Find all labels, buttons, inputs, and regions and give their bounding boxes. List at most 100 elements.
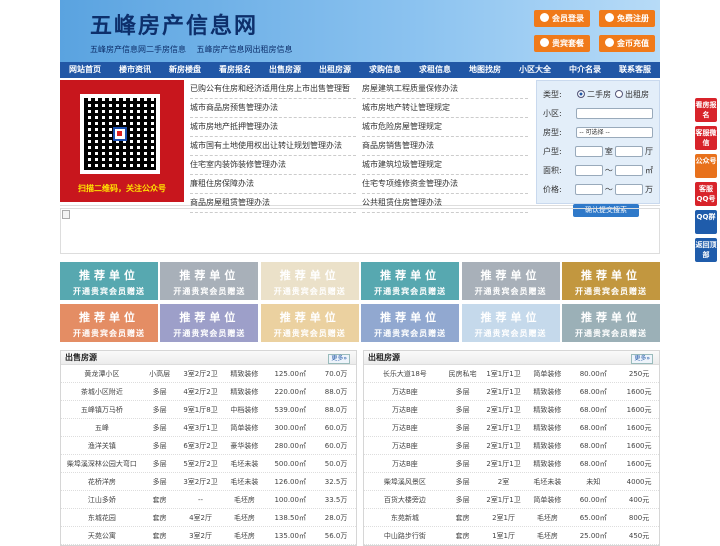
promo-card[interactable]: 推荐单位 开通贵宾会员赠送 [461, 262, 560, 300]
news-link[interactable]: 房屋建筑工程质量保修办法 [362, 80, 528, 99]
recharge-button[interactable]: 金币充值 [599, 35, 655, 52]
table-cell: 4室2厅 [189, 514, 212, 522]
nav-item[interactable]: 地图找房 [460, 62, 510, 78]
side-button[interactable]: 客服QQ号 [695, 182, 717, 206]
table-cell: -- [198, 496, 204, 504]
side-button[interactable]: 客服微信 [695, 126, 717, 150]
table-row[interactable]: 柴埠溪风景区 多层 2室 毛坯未装 未知 4000元 [364, 473, 659, 491]
register-button[interactable]: 免费注册 [599, 10, 655, 27]
table-cell: 多层 [455, 406, 470, 414]
promo-card[interactable]: 推荐单位 开通贵宾会员赠送 [160, 262, 259, 300]
promo-card[interactable]: 推荐单位 开通贵宾会员赠送 [361, 304, 460, 342]
table-cell: 1600元 [626, 424, 652, 432]
sale-more-button[interactable]: 更多» [328, 354, 350, 364]
table-cell: 简单装修 [533, 370, 562, 378]
search-panel: 类型: 二手房 出租房 小区: 房型: -- 可选择 -- 户型: 室 厅 面积: ～ ㎡… [536, 80, 660, 217]
news-link[interactable]: 商品房销售管理办法 [362, 137, 528, 156]
site-title[interactable]: 五峰房产信息网 [90, 8, 258, 40]
table-cell: 多层 [152, 478, 167, 486]
nav-item[interactable]: 求购信息 [360, 62, 410, 78]
side-button[interactable]: 看房报名 [695, 98, 717, 122]
table-row[interactable]: 万达B座 多层 2室1厅1卫 精致装修 68.00㎡ 1600元 [364, 401, 659, 419]
promo-subtitle: 开通贵宾会员赠送 [173, 287, 246, 296]
community-label: 小区: [543, 108, 562, 118]
news-link[interactable]: 城市房地产抵押管理办法 [190, 118, 356, 137]
table-row[interactable]: 五峰 多层 4室3厅1卫 简单装修 300.00㎡ 60.0万 [61, 419, 356, 437]
news-link[interactable]: 城市危险房屋管理规定 [362, 118, 528, 137]
table-row[interactable]: 渔洋关镇 多层 6室3厅2卫 豪华装修 280.00㎡ 60.0万 [61, 437, 356, 455]
table-row[interactable]: 柴埠溪深林公园大弯口 多层 5室2厅2卫 毛坯未装 500.00㎡ 50.0万 [61, 455, 356, 473]
area-max-input[interactable] [614, 164, 644, 176]
table-row[interactable]: 江山多娇 套房 -- 毛坯房 100.00㎡ 33.5万 [61, 491, 356, 509]
table-cell: 33.5万 [324, 496, 348, 504]
table-cell: 多层 [455, 460, 470, 468]
table-cell: 32.5万 [324, 478, 348, 486]
nav-item[interactable]: 新房楼盘 [160, 62, 210, 78]
table-row[interactable]: 中山路步行街 套房 1室1厅 毛坯房 25.00㎡ 450元 [364, 527, 659, 545]
community-input[interactable] [576, 107, 653, 119]
radio-rental[interactable]: 出租房 [615, 89, 649, 100]
banner-image[interactable] [60, 208, 660, 254]
table-row[interactable]: 五峰镇万马桥 多层 9室1厅8卫 中档装修 539.00㎡ 88.0万 [61, 401, 356, 419]
nav-item[interactable]: 出售房源 [260, 62, 310, 78]
nav-item[interactable]: 求租信息 [410, 62, 460, 78]
table-row[interactable]: 万达B座 多层 2室1厅1卫 精致装修 68.00㎡ 1600元 [364, 455, 659, 473]
table-row[interactable]: 万达B座 多层 2室1厅1卫 精致装修 68.00㎡ 1600元 [364, 437, 659, 455]
nav-item[interactable]: 楼市资讯 [110, 62, 160, 78]
side-button[interactable]: QQ群 [695, 210, 717, 234]
nav-item[interactable]: 看房报名 [210, 62, 260, 78]
area-unit: ㎡ [645, 165, 654, 175]
table-row[interactable]: 万达B座 多层 2室1厅1卫 精致装修 68.00㎡ 1600元 [364, 383, 659, 401]
radio-icon [577, 89, 585, 98]
table-row[interactable]: 天苑公寓 套房 3室2厅 毛坯房 135.00㎡ 56.0万 [61, 527, 356, 545]
nav-item[interactable]: 中介名录 [560, 62, 610, 78]
news-link[interactable]: 城市建筑垃圾管理规定 [362, 156, 528, 175]
link-rental[interactable]: 五峰房产信息网出租房信息 [197, 45, 293, 54]
table-row[interactable]: 万达B座 多层 2室1厅1卫 精致装修 68.00㎡ 1600元 [364, 419, 659, 437]
table-row[interactable]: 茶城小区附近 多层 4室2厅2卫 精致装修 220.00㎡ 88.0万 [61, 383, 356, 401]
news-link[interactable]: 已购公有住房和经济适用住房上市出售管理暂 [190, 80, 356, 99]
login-button[interactable]: 会员登录 [534, 10, 590, 27]
price-min-input[interactable] [574, 183, 603, 195]
table-row[interactable]: 东城花园 套房 4室2厅 毛坯房 138.50㎡ 28.0万 [61, 509, 356, 527]
vip-package-button[interactable]: 贵宾套餐 [534, 35, 590, 52]
hall-select[interactable] [614, 145, 644, 157]
table-row[interactable]: 黄龙潭小区 小高层 3室2厅2卫 精致装修 125.00㎡ 70.0万 [61, 365, 356, 383]
promo-card[interactable]: 推荐单位 开通贵宾会员赠送 [260, 304, 359, 342]
radio-second-hand[interactable]: 二手房 [577, 89, 611, 100]
table-row[interactable]: 东苑新城 套房 2室1厅 毛坯房 65.00㎡ 800元 [364, 509, 659, 527]
promo-card[interactable]: 推荐单位 开通贵宾会员赠送 [561, 304, 660, 342]
promo-card[interactable]: 推荐单位 开通贵宾会员赠送 [60, 262, 158, 300]
table-cell: 多层 [455, 442, 470, 450]
room-select[interactable] [574, 145, 603, 157]
promo-card[interactable]: 推荐单位 开通贵宾会员赠送 [461, 304, 560, 342]
promo-card[interactable]: 推荐单位 开通贵宾会员赠送 [60, 304, 158, 342]
news-link[interactable]: 廉租住房保障办法 [190, 175, 356, 194]
nav-item[interactable]: 联系客服 [610, 62, 660, 78]
promo-card[interactable]: 推荐单位 开通贵宾会员赠送 [361, 262, 460, 300]
table-row[interactable]: 长乐大道18号 民房私宅 1室1厅1卫 简单装修 80.00㎡ 250元 [364, 365, 659, 383]
table-cell: 毛坯未装 [533, 478, 562, 486]
link-second-hand[interactable]: 五峰房产信息网二手房信息 [90, 45, 186, 54]
side-button[interactable]: 返回顶部 [695, 238, 717, 262]
news-link[interactable]: 城市房地产转让管理规定 [362, 99, 528, 118]
promo-card[interactable]: 推荐单位 开通贵宾会员赠送 [160, 304, 259, 342]
news-link[interactable]: 城市国有土地使用权出让转让规划管理办法 [190, 137, 356, 156]
side-button[interactable]: 公众号 [695, 154, 717, 178]
promo-card[interactable]: 推荐单位 开通贵宾会员赠送 [260, 262, 359, 300]
house-type-select[interactable]: -- 可选择 -- [576, 126, 653, 138]
promo-card[interactable]: 推荐单位 开通贵宾会员赠送 [561, 262, 660, 300]
nav-item[interactable]: 出租房源 [310, 62, 360, 78]
area-min-input[interactable] [574, 164, 603, 176]
rent-more-button[interactable]: 更多» [631, 354, 653, 364]
news-link[interactable]: 城市商品房预售管理办法 [190, 99, 356, 118]
news-link[interactable]: 住宅专项维修资金管理办法 [362, 175, 528, 194]
qr-panel: 扫描二维码，关注公众号 [60, 80, 184, 202]
nav-item[interactable]: 网站首页 [60, 62, 110, 78]
price-max-input[interactable] [614, 183, 644, 195]
news-link[interactable]: 住宅室内装饰装修管理办法 [190, 156, 356, 175]
table-cell: 套房 [152, 496, 167, 504]
table-row[interactable]: 花桥洋房 多层 3室2厅2卫 毛坯未装 126.00㎡ 32.5万 [61, 473, 356, 491]
nav-item[interactable]: 小区大全 [510, 62, 560, 78]
table-row[interactable]: 百货大楼旁边 多层 2室1厅1卫 简单装修 60.00㎡ 400元 [364, 491, 659, 509]
